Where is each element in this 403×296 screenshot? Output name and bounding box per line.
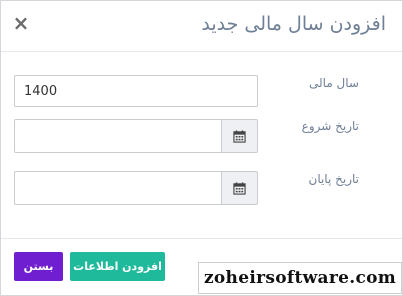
- dialog-title: افزودن سال مالی جدید: [201, 13, 386, 35]
- calendar-icon: [233, 129, 246, 143]
- start-date-input[interactable]: [14, 119, 221, 153]
- fiscal-year-input[interactable]: [14, 75, 258, 107]
- close-button[interactable]: بستن: [14, 252, 63, 281]
- close-icon[interactable]: ×: [12, 12, 30, 34]
- calendar-icon: [233, 181, 246, 195]
- end-date-input[interactable]: [14, 171, 221, 205]
- start-date-calendar-button[interactable]: [221, 119, 258, 153]
- end-date-calendar-button[interactable]: [221, 171, 258, 205]
- end-date-label: تاریخ پایان: [308, 172, 360, 186]
- end-date-group: [14, 171, 258, 205]
- fiscal-year-label: سال مالی: [309, 76, 359, 90]
- watermark: zoheirsoftware.com: [198, 262, 402, 294]
- add-fiscal-year-dialog: افزودن سال مالی جدید × سال مالی تاریخ شر…: [0, 0, 403, 296]
- start-date-label: تاریخ شروع: [301, 119, 359, 133]
- footer-divider: [1, 238, 402, 239]
- start-date-group: [14, 119, 258, 153]
- add-data-button[interactable]: افزودن اطلاعات: [70, 252, 165, 281]
- dialog-header: افزودن سال مالی جدید ×: [1, 1, 402, 52]
